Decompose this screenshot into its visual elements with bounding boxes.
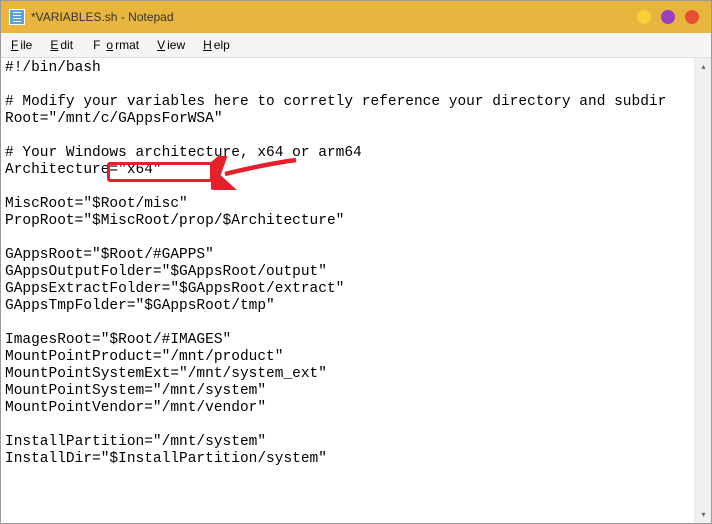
- close-button[interactable]: [685, 10, 699, 24]
- titlebar[interactable]: *VARIABLES.sh - Notepad: [1, 1, 711, 33]
- notepad-icon: [9, 9, 25, 25]
- menu-edit[interactable]: Edit: [48, 37, 85, 53]
- scroll-down-icon[interactable]: ▾: [695, 506, 711, 523]
- window-controls: [637, 10, 699, 24]
- scroll-up-icon[interactable]: ▴: [695, 58, 711, 75]
- minimize-button[interactable]: [637, 10, 651, 24]
- menu-help[interactable]: Help: [201, 37, 242, 53]
- editor-content[interactable]: #!/bin/bash # Modify your variables here…: [1, 58, 694, 523]
- menubar: File Edit Format View Help: [1, 33, 711, 58]
- vertical-scrollbar[interactable]: ▴ ▾: [694, 58, 711, 523]
- window-title: *VARIABLES.sh - Notepad: [31, 10, 637, 24]
- menu-view[interactable]: View: [155, 37, 197, 53]
- menu-format[interactable]: Format: [89, 37, 151, 53]
- maximize-button[interactable]: [661, 10, 675, 24]
- editor-area: #!/bin/bash # Modify your variables here…: [1, 58, 711, 523]
- menu-file[interactable]: File: [9, 37, 44, 53]
- notepad-window: *VARIABLES.sh - Notepad File Edit Format…: [0, 0, 712, 524]
